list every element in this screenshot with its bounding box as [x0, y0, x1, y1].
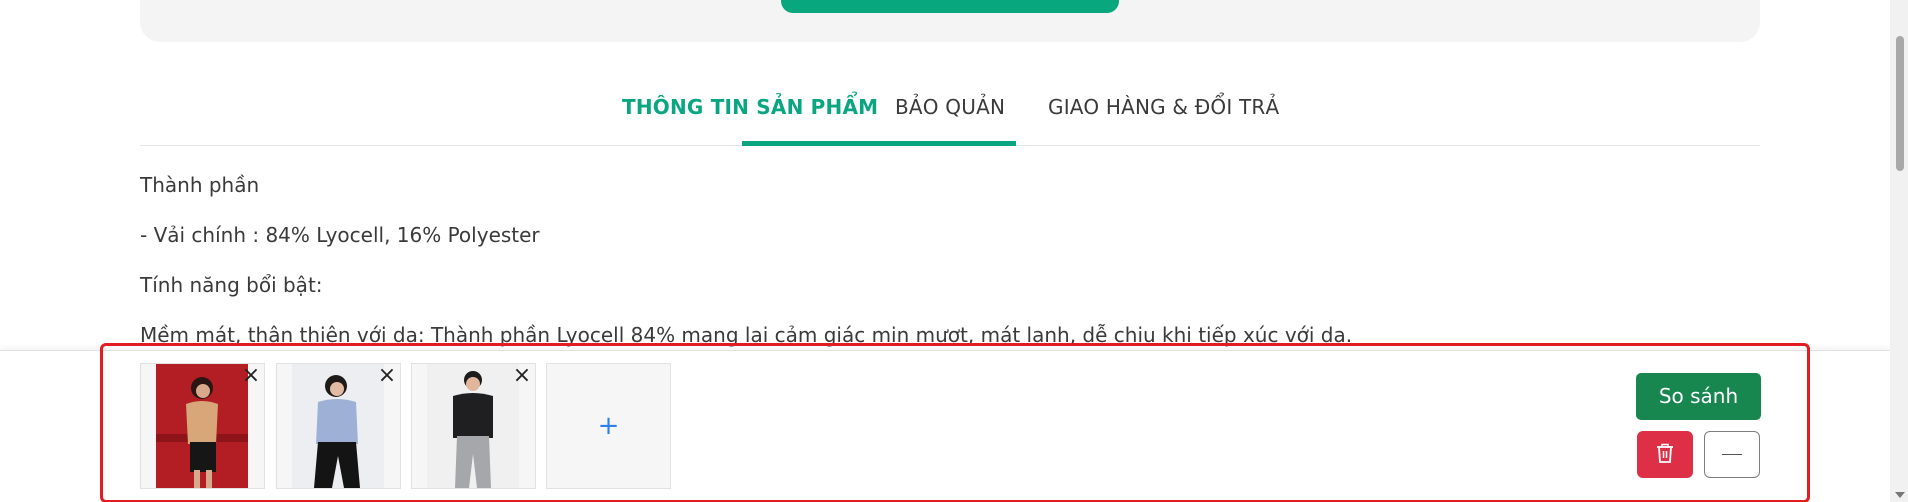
compare-slot-3[interactable]: × — [411, 363, 536, 489]
product-thumbnail — [427, 364, 519, 488]
content-line: Thành phần — [140, 173, 260, 197]
product-thumbnail — [292, 364, 384, 488]
remove-product-icon[interactable]: × — [377, 365, 397, 387]
page-scrollbar[interactable] — [1890, 0, 1908, 502]
active-tab-indicator — [742, 141, 1016, 146]
compare-slot-1[interactable]: × — [140, 363, 265, 489]
top-card — [140, 0, 1760, 42]
product-tabs: THÔNG TIN SẢN PHẨM BẢO QUẢN GIAO HÀNG & … — [140, 88, 1760, 146]
delete-all-button[interactable] — [1637, 431, 1693, 478]
remove-product-icon[interactable]: × — [512, 365, 532, 387]
scrollbar-thumb[interactable] — [1896, 36, 1904, 171]
content-line: - Vải chính : 84% Lyocell, 16% Polyester — [140, 223, 540, 247]
content-line: Tính năng bổi bật: — [140, 273, 323, 297]
product-info-content: Thành phần - Vải chính : 84% Lyocell, 16… — [140, 160, 1760, 360]
compare-slot-2[interactable]: × — [276, 363, 401, 489]
compare-button[interactable]: So sánh — [1636, 373, 1761, 420]
scroll-down-arrow-icon[interactable] — [1895, 492, 1905, 498]
trash-icon — [1655, 442, 1675, 468]
primary-action-button[interactable] — [781, 0, 1119, 13]
tab-product-info[interactable]: THÔNG TIN SẢN PHẨM — [622, 88, 878, 146]
collapse-button[interactable] — [1704, 431, 1760, 478]
minus-icon — [1722, 453, 1742, 456]
tab-care[interactable]: BẢO QUẢN — [895, 88, 1005, 146]
remove-product-icon[interactable]: × — [241, 365, 261, 387]
add-product-slot[interactable]: + — [546, 363, 671, 489]
add-product-icon[interactable]: + — [598, 413, 620, 439]
product-thumbnail — [156, 364, 248, 488]
tab-shipping-returns[interactable]: GIAO HÀNG & ĐỔI TRẢ — [1048, 88, 1279, 146]
